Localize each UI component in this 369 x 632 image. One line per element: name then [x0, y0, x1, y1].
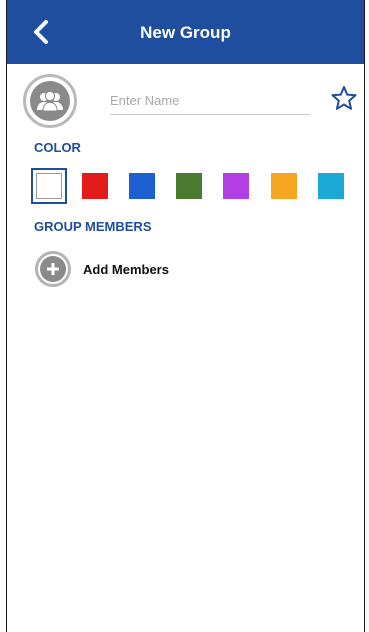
group-avatar[interactable] — [23, 74, 77, 128]
add-members-button[interactable]: Add Members — [35, 251, 235, 287]
color-swatch-red[interactable] — [82, 173, 108, 199]
favorite-button[interactable] — [329, 83, 359, 113]
color-picker — [31, 168, 361, 204]
page-title: New Group — [140, 23, 231, 42]
color-swatch-cyan[interactable] — [318, 173, 344, 199]
color-section-label: COLOR — [34, 140, 81, 155]
plus-circle-icon — [35, 251, 71, 287]
color-swatch-orange[interactable] — [271, 173, 297, 199]
group-avatar-icon — [37, 90, 63, 112]
group-name-input[interactable] — [110, 86, 310, 115]
add-members-label: Add Members — [83, 261, 169, 277]
color-swatch-green[interactable] — [176, 173, 202, 199]
app-screen: New Group COLOR GROUP MEMBERS — [6, 0, 365, 632]
app-bar: New Group — [7, 0, 364, 64]
color-swatch-blue[interactable] — [129, 173, 155, 199]
color-swatch-purple[interactable] — [223, 173, 249, 199]
group-members-label: GROUP MEMBERS — [34, 219, 152, 234]
star-outline-icon — [331, 86, 357, 110]
color-swatch-white[interactable] — [31, 168, 67, 204]
